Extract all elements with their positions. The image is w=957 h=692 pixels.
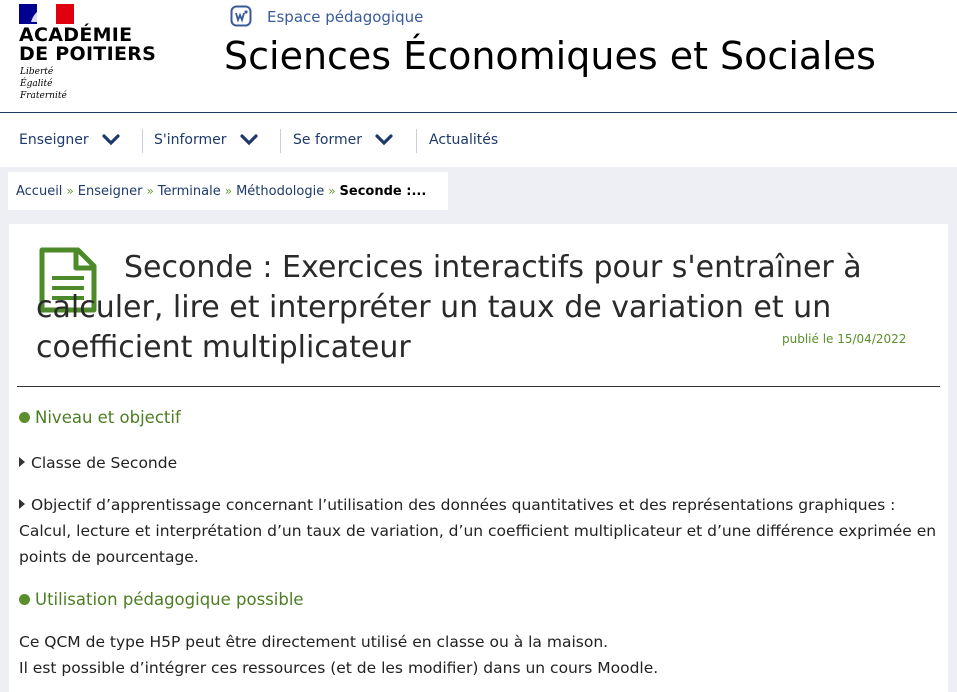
site-header: ACADÉMIE DE POITIERS Liberté Égalité Fra… xyxy=(0,0,957,113)
paragraph: Ce QCM de type H5P peut être directement… xyxy=(19,629,939,681)
espace-pedagogique-link[interactable]: Espace pédagogique xyxy=(267,8,423,26)
site-title[interactable]: Sciences Économiques et Sociales xyxy=(224,34,876,78)
nav-divider xyxy=(416,129,417,153)
article-title: Seconde : Exercices interactifs pour s'e… xyxy=(36,250,862,365)
section-heading-niveau-label: Niveau et objectif xyxy=(35,408,181,427)
breadcrumb-link-terminale[interactable]: Terminale xyxy=(158,184,221,199)
publication-date: publié le 15/04/2022 xyxy=(782,332,907,346)
motto-egalite: Égalité xyxy=(20,79,53,89)
motto-liberte: Liberté xyxy=(20,67,54,77)
marianne-logo xyxy=(31,8,43,22)
nav-divider xyxy=(142,129,143,153)
nav-item-sinformer[interactable]: S'informer xyxy=(154,113,259,167)
breadcrumb-link-enseigner[interactable]: Enseigner xyxy=(78,184,143,199)
triangle-right-icon xyxy=(19,499,25,509)
chevron-down-icon[interactable] xyxy=(239,133,259,147)
nav-label-seformer[interactable]: Se former xyxy=(293,132,362,148)
academy-name-line2[interactable]: DE POITIERS xyxy=(19,43,156,65)
main-nav: Enseigner S'informer Se former Actualité… xyxy=(0,113,957,167)
breadcrumb-link-accueil[interactable]: Accueil xyxy=(16,184,62,199)
nav-item-enseigner[interactable]: Enseigner xyxy=(19,113,121,167)
espace-pedagogique-icon xyxy=(230,5,252,27)
nav-item-seformer[interactable]: Se former xyxy=(293,113,394,167)
nav-label-actualites[interactable]: Actualités xyxy=(429,132,498,148)
section-heading-utilisation-label: Utilisation pédagogique possible xyxy=(35,590,304,609)
bullet-icon xyxy=(19,594,30,605)
section-heading-niveau: Niveau et objectif xyxy=(19,408,181,427)
section-heading-utilisation: Utilisation pédagogique possible xyxy=(19,590,304,609)
article-card: Seconde : Exercices interactifs pour s'e… xyxy=(9,224,948,692)
chevron-down-icon[interactable] xyxy=(101,133,121,147)
nav-label-enseigner[interactable]: Enseigner xyxy=(19,132,89,148)
chevron-down-icon[interactable] xyxy=(374,133,394,147)
nav-label-sinformer[interactable]: S'informer xyxy=(154,132,227,148)
list-item: Objectif d’apprentissage concernant l’ut… xyxy=(19,492,939,570)
list-item: Classe de Seconde xyxy=(19,450,939,476)
paragraph-line: Ce QCM de type H5P peut être directement… xyxy=(19,633,609,651)
breadcrumb-separator: » xyxy=(328,184,336,198)
breadcrumb-separator: » xyxy=(224,184,233,198)
breadcrumb-link-methodologie[interactable]: Méthodologie xyxy=(236,184,324,199)
title-divider xyxy=(17,386,940,387)
paragraph-line: Il est possible d’intégrer ces ressource… xyxy=(19,659,659,677)
nav-divider xyxy=(280,129,281,153)
triangle-right-icon xyxy=(19,457,25,467)
breadcrumb-separator: » xyxy=(146,184,154,198)
breadcrumb: Accueil » Enseigner » Terminale » Méthod… xyxy=(8,172,448,210)
nav-item-actualites[interactable]: Actualités xyxy=(429,113,498,167)
list-item-text: Objectif d’apprentissage concernant l’ut… xyxy=(19,496,937,566)
motto-fraternite: Fraternité xyxy=(20,91,67,101)
breadcrumb-separator: » xyxy=(66,184,74,198)
list-item-text: Classe de Seconde xyxy=(31,454,178,472)
breadcrumb-current: Seconde :... xyxy=(339,183,427,199)
bullet-icon xyxy=(19,412,30,423)
